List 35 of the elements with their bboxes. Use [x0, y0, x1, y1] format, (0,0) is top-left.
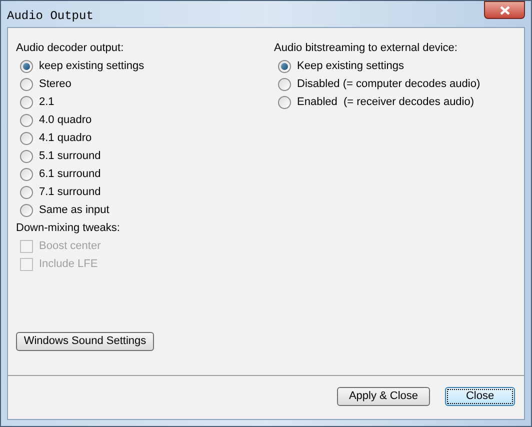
dialog-button[interactable]: Apply & Close: [337, 387, 430, 406]
radio-button[interactable]: [20, 150, 33, 162]
radio-label: Keep existing settings: [297, 58, 404, 74]
section-label: Down-mixing tweaks:: [16, 221, 121, 236]
radio-button[interactable]: [278, 78, 291, 90]
windows-sound-settings-button[interactable]: Windows Sound Settings: [16, 332, 154, 351]
window-title: Audio Output: [7, 8, 94, 25]
radio-label: 5.1 surround: [39, 148, 101, 164]
radio-label: 7.1 surround: [39, 184, 101, 200]
radio-label: Disabled (= computer decodes audio): [297, 76, 480, 92]
close-icon: [500, 6, 510, 14]
radio-button[interactable]: [20, 204, 33, 216]
radio-button[interactable]: [20, 132, 33, 144]
radio-label: Enabled (= receiver decodes audio): [297, 94, 474, 110]
radio-label: 4.0 quadro: [39, 112, 92, 128]
checkbox-label: Boost center: [39, 238, 101, 254]
section-label: Audio decoder output:: [16, 41, 125, 56]
section-label: Audio bitstreaming to external device:: [274, 41, 458, 56]
radio-label: Same as input: [39, 202, 110, 218]
radio-button[interactable]: [20, 60, 33, 72]
radio-button[interactable]: [278, 96, 291, 108]
radio-button[interactable]: [278, 60, 291, 72]
radio-label: 2.1: [39, 94, 54, 110]
radio-label: 6.1 surround: [39, 166, 101, 182]
dialog-button[interactable]: Close: [445, 387, 515, 406]
radio-button[interactable]: [20, 168, 33, 180]
checkbox-label: Include LFE: [39, 256, 98, 272]
close-button[interactable]: [484, 1, 525, 19]
radio-button[interactable]: [20, 96, 33, 108]
radio-button[interactable]: [20, 114, 33, 126]
radio-label: Stereo: [39, 76, 72, 92]
radio-button[interactable]: [20, 78, 33, 90]
radio-button[interactable]: [20, 186, 33, 198]
radio-label: keep existing settings: [39, 58, 144, 74]
radio-label: 4.1 quadro: [39, 130, 92, 146]
